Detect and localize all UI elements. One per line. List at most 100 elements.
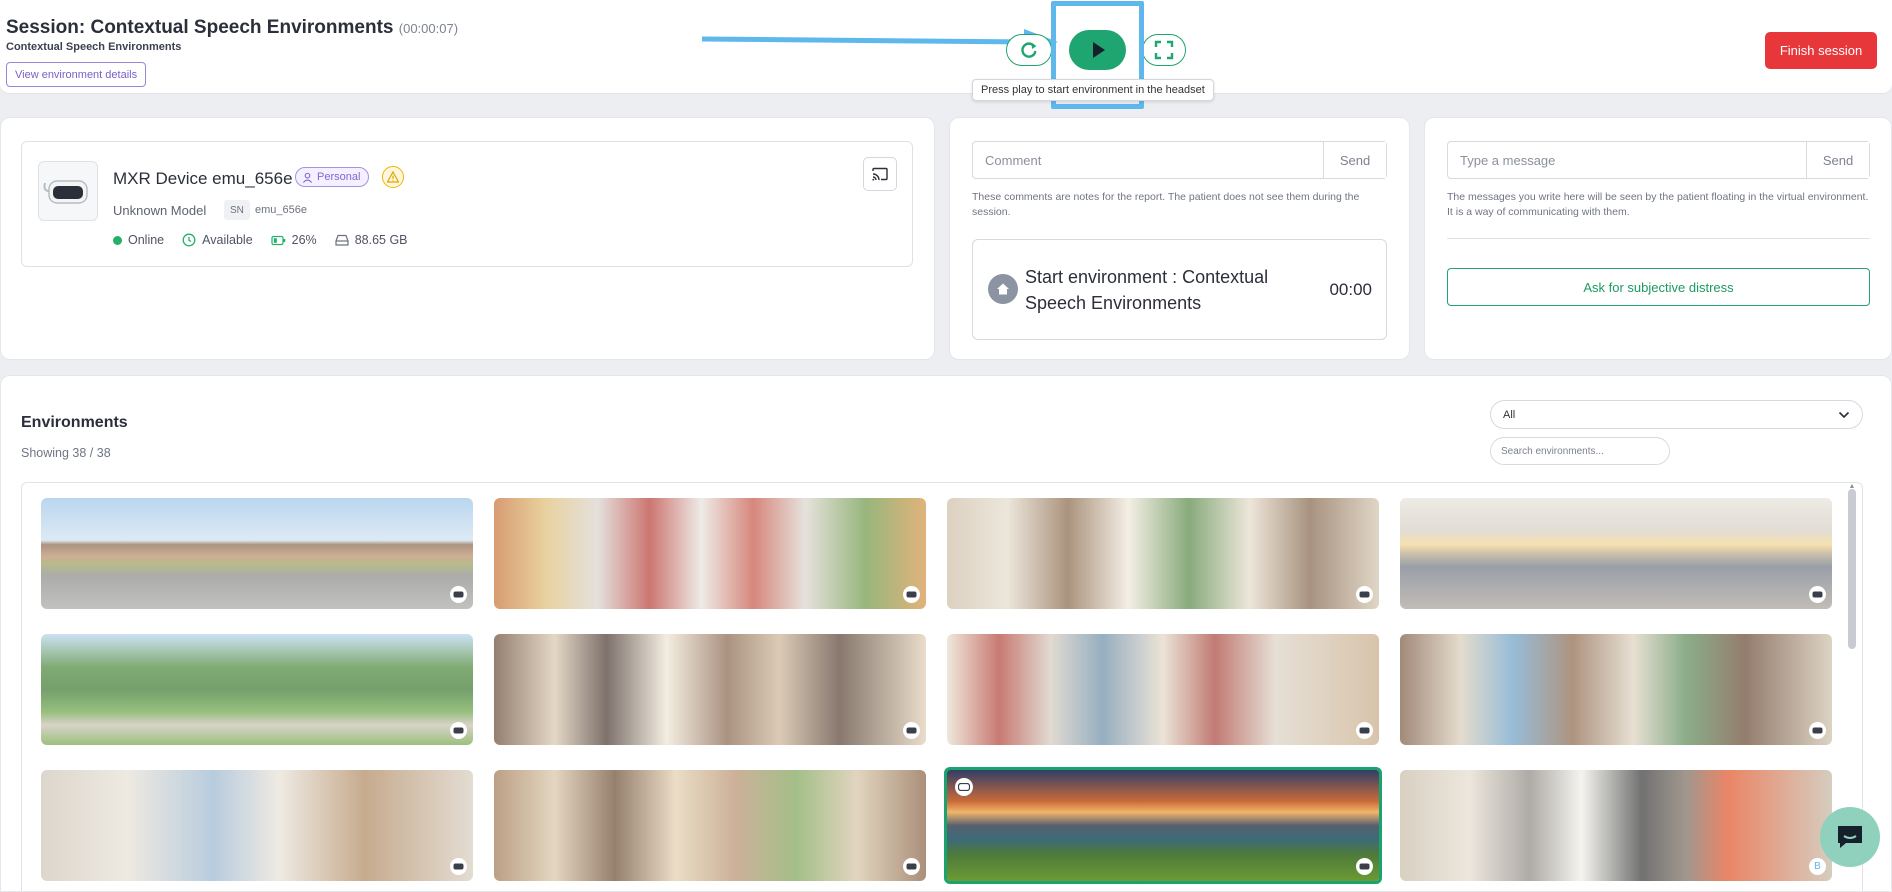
finish-session-button[interactable]: Finish session [1765,32,1877,69]
environment-filter-select[interactable]: All [1490,400,1863,429]
chat-support-button[interactable] [1820,807,1880,867]
user-icon [302,172,313,183]
serial-number-label: SN [224,200,250,220]
chevron-down-icon [1838,411,1850,418]
environment-thumbnail [41,770,473,881]
vr-headset-icon [903,586,920,603]
environment-tile[interactable] [947,634,1379,745]
personal-badge: Personal [295,167,370,187]
message-input[interactable] [1448,142,1806,178]
warning-icon[interactable] [382,166,404,188]
device-status-row: Online Available 26% 88.65 GB [113,233,426,247]
vr-headset-icon [903,858,920,875]
environment-tile[interactable] [494,498,926,609]
environment-tile[interactable] [41,770,473,881]
vr-headset-icon [1356,858,1373,875]
battery-status: 26% [271,233,317,247]
view-environment-details-button[interactable]: View environment details [6,62,147,87]
current-environment-title: Start environment : Contextual Speech En… [1025,267,1269,313]
vr-headset-icon [450,858,467,875]
serial-number-value: emu_656e [255,204,307,216]
environment-tile[interactable] [494,634,926,745]
online-dot-icon [113,235,122,245]
restart-button[interactable] [1006,34,1052,66]
environment-thumbnail [494,498,926,609]
session-title-text: Session: Contextual Speech Environments [6,17,394,38]
status-available: Available [182,233,253,247]
environments-title: Environments [21,414,128,431]
environment-tile[interactable] [947,498,1379,609]
environment-grid: ▲ B [21,482,1863,892]
messages-card: Send The messages you write here will be… [1424,117,1892,360]
fullscreen-icon [1154,40,1174,60]
environment-thumbnail [1400,498,1832,609]
vr-headset-icon [1809,586,1826,603]
environment-search-input[interactable] [1490,437,1670,465]
cast-icon [872,167,888,181]
environment-tile[interactable] [41,498,473,609]
play-tooltip: Press play to start environment in the h… [972,79,1214,101]
battery-level: 26% [291,233,317,247]
chat-icon [1838,826,1862,848]
comment-input[interactable] [973,142,1323,178]
environment-thumbnail [947,770,1379,881]
messages-note: The messages you write here will be seen… [1447,191,1869,218]
available-icon [182,233,196,247]
ask-distress-button[interactable]: Ask for subjective distress [1447,268,1870,306]
storage-value: 88.65 GB [354,233,408,247]
environment-thumbnail [947,498,1379,609]
messages-divider [1447,238,1870,239]
battery-icon [271,235,285,245]
storage-status: 88.65 GB [335,233,408,247]
environment-tile[interactable]: B [1400,770,1832,881]
vr-headset-icon [450,586,467,603]
session-header: Session: Contextual Speech Environments … [0,0,1892,109]
environment-tile[interactable] [41,634,473,745]
device-model: Unknown Model [113,203,207,218]
storage-icon [335,234,349,246]
vr-headset-icon [1356,722,1373,739]
session-timer: (00:00:07) [398,21,459,36]
fullscreen-button[interactable] [1142,34,1186,66]
device-name: MXR Device emu_656e [113,169,293,188]
status-available-label: Available [202,233,253,247]
device-card: MXR Device emu_656e Personal Unknown Mod… [0,117,935,360]
comments-card: Send These comments are notes for the re… [949,117,1410,360]
environment-thumbnail [1400,634,1832,745]
comment-input-group: Send [972,141,1387,179]
status-online: Online [113,233,164,247]
vr-headset-icon [955,778,973,796]
comments-note: These comments are notes for the report.… [972,191,1360,218]
environment-thumbnail [947,634,1379,745]
message-send-button[interactable]: Send [1806,142,1869,178]
environment-thumbnail [494,770,926,881]
message-input-group: Send [1447,141,1870,179]
environment-thumbnail [494,634,926,745]
device-info-box: MXR Device emu_656e Personal Unknown Mod… [21,141,913,267]
comment-send-button[interactable]: Send [1323,142,1386,178]
environment-tile[interactable] [494,770,926,881]
environment-thumbnail [1400,770,1832,881]
environment-tile[interactable] [1400,634,1832,745]
environment-tile-selected[interactable] [944,767,1382,884]
environment-thumbnail [41,498,473,609]
filter-selected-value: All [1503,408,1516,421]
current-environment-time: 00:00 [1329,280,1372,299]
page-title: Session: Contextual Speech Environments … [6,17,458,39]
grid-scrollbar[interactable] [1848,489,1856,649]
environments-count: Showing 38 / 38 [21,446,111,460]
vr-headset-icon [903,722,920,739]
session-subtitle: Contextual Speech Environments [6,41,182,53]
environments-panel: Environments Showing 38 / 38 All ▲ [0,375,1892,892]
vr-headset-icon [450,722,467,739]
vr-headset-icon [1356,586,1373,603]
vr-headset-icon [1809,722,1826,739]
vr-headset-icon [38,161,98,221]
b-badge-icon: B [1809,858,1826,875]
status-online-label: Online [128,233,165,247]
home-icon [988,274,1018,304]
environment-tile[interactable] [1400,498,1832,609]
environment-thumbnail [41,634,473,745]
personal-badge-label: Personal [317,171,361,183]
cast-button[interactable] [863,157,897,191]
